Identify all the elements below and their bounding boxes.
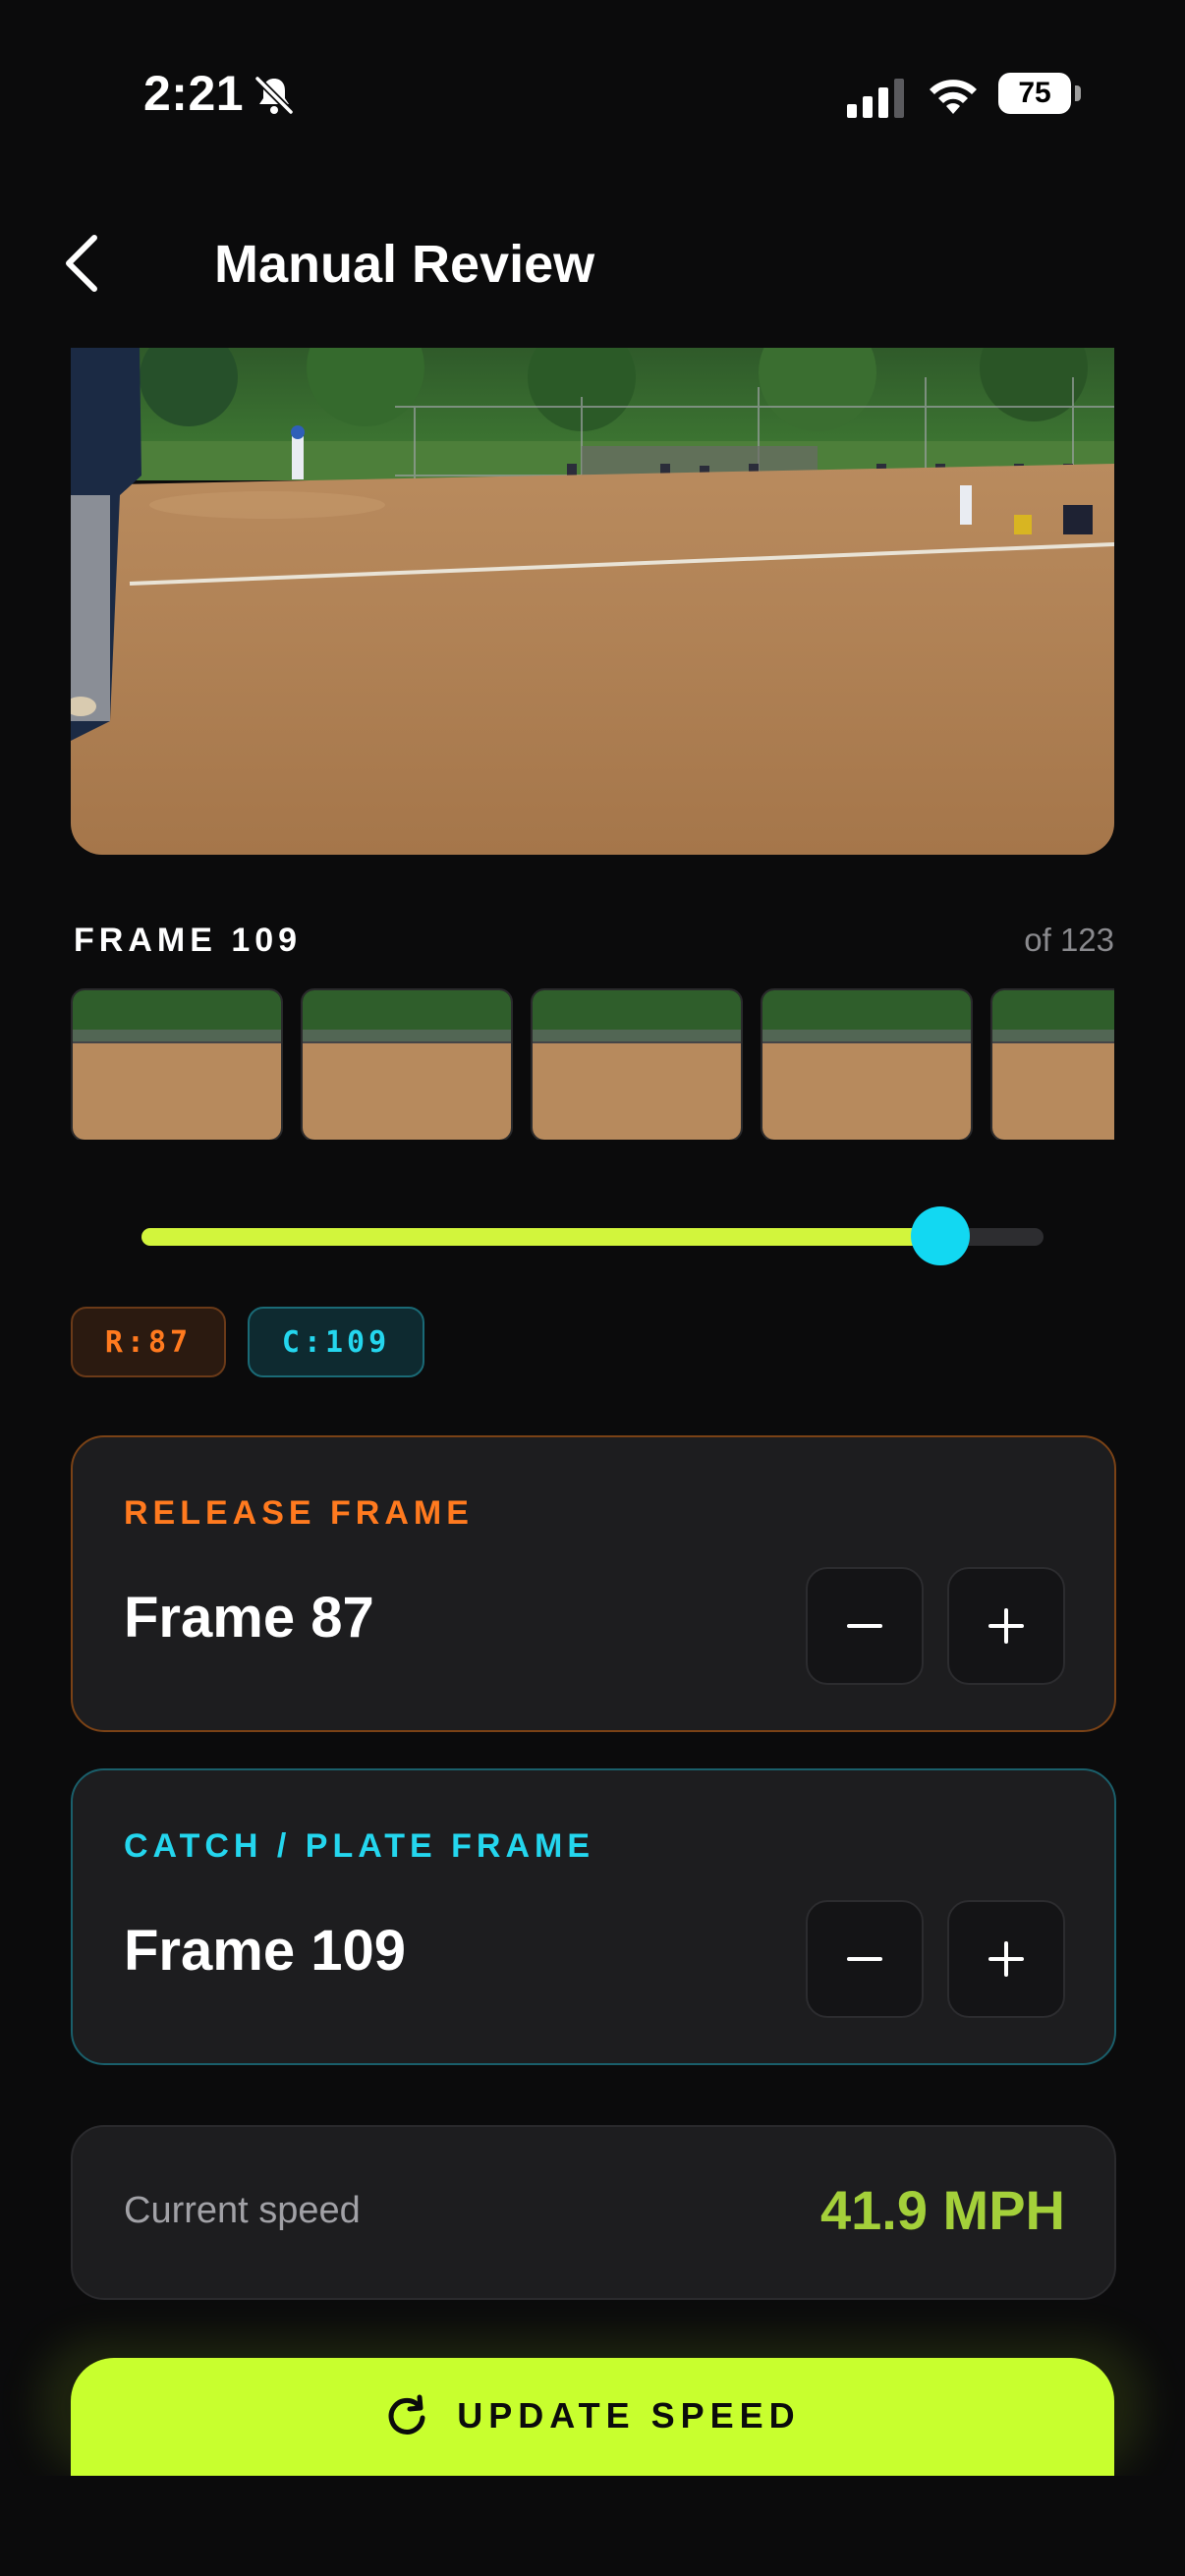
- battery-icon: 75: [998, 73, 1081, 116]
- release-frame-label: RELEASE FRAME: [124, 1494, 474, 1532]
- thumbnail-image: [762, 990, 971, 1140]
- release-decrement-button[interactable]: [806, 1567, 924, 1685]
- page-title: Manual Review: [214, 235, 595, 294]
- status-time: 2:21: [143, 66, 245, 121]
- release-frame-chip[interactable]: R:87: [71, 1307, 226, 1377]
- catch-frame-label: CATCH / PLATE FRAME: [124, 1827, 595, 1865]
- plus-icon: [988, 1608, 1024, 1644]
- release-frame-card: RELEASE FRAME Frame 87: [71, 1435, 1116, 1732]
- thumbnail-image: [303, 990, 511, 1140]
- frame-thumbnail[interactable]: [71, 988, 283, 1140]
- plus-icon: [988, 1941, 1024, 1977]
- minus-icon: [847, 1624, 882, 1628]
- bell-slash-icon: [254, 76, 294, 115]
- wifi-icon: [930, 80, 977, 114]
- catch-frame-card: CATCH / PLATE FRAME Frame 109: [71, 1768, 1116, 2065]
- frame-thumbnail[interactable]: [761, 988, 973, 1140]
- bottom-safe-area: [0, 2476, 1185, 2576]
- frame-thumbnail[interactable]: [531, 988, 743, 1140]
- cellular-signal-icon: [847, 79, 904, 118]
- battery-cap: [1075, 85, 1081, 101]
- update-speed-button[interactable]: UPDATE SPEED: [71, 2358, 1114, 2476]
- refresh-icon: [388, 2394, 425, 2435]
- frame-thumbnail[interactable]: [990, 988, 1114, 1140]
- current-speed-card: Current speed 41.9 MPH: [71, 2125, 1116, 2300]
- update-speed-label: UPDATE SPEED: [457, 2395, 801, 2436]
- catch-frame-chip[interactable]: C:109: [248, 1307, 424, 1377]
- thumbnail-strip[interactable]: [71, 988, 1114, 1140]
- slider-fill: [141, 1228, 941, 1246]
- video-frame-image: [71, 348, 1114, 855]
- video-preview[interactable]: [71, 348, 1114, 855]
- current-speed-value: 41.9 MPH: [820, 2179, 1065, 2241]
- total-frames-label: of 123: [1024, 922, 1114, 958]
- current-frame-label: FRAME 109: [74, 922, 303, 959]
- catch-increment-button[interactable]: [947, 1900, 1065, 2018]
- thumbnail-image: [73, 990, 281, 1140]
- frame-slider[interactable]: [141, 1206, 1044, 1265]
- release-frame-value: Frame 87: [124, 1586, 374, 1650]
- release-increment-button[interactable]: [947, 1567, 1065, 1685]
- thumbnail-image: [533, 990, 741, 1140]
- thumbnail-image: [992, 990, 1114, 1140]
- minus-icon: [847, 1957, 882, 1961]
- current-speed-label: Current speed: [124, 2190, 361, 2231]
- chevron-left-icon[interactable]: [59, 232, 106, 295]
- catch-frame-value: Frame 109: [124, 1919, 406, 1983]
- catch-decrement-button[interactable]: [806, 1900, 924, 2018]
- frame-thumbnail[interactable]: [301, 988, 513, 1140]
- battery-level: 75: [998, 73, 1071, 114]
- slider-thumb[interactable]: [911, 1206, 971, 1265]
